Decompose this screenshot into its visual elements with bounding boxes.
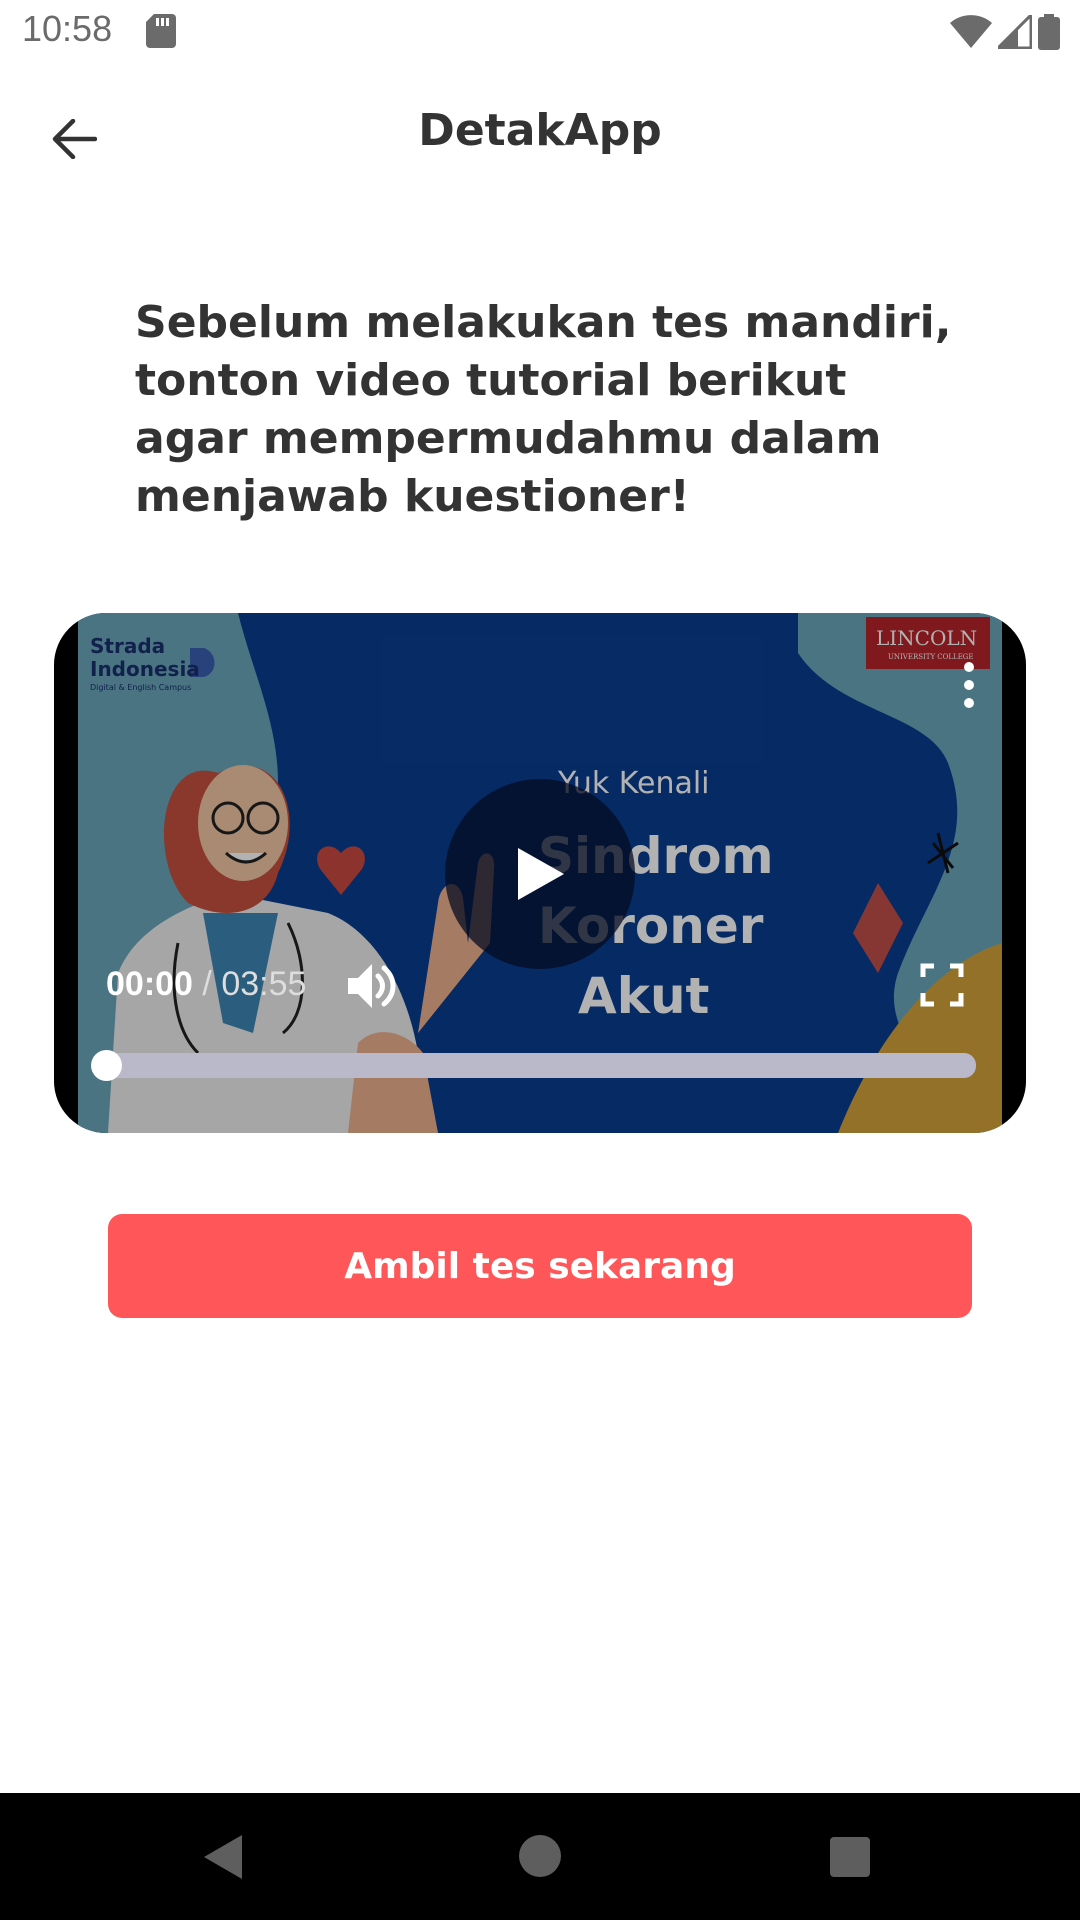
app-title: DetakApp bbox=[418, 105, 662, 156]
more-vert-icon bbox=[964, 662, 974, 708]
take-test-button[interactable]: Ambil tes sekarang bbox=[108, 1214, 972, 1318]
volume-icon bbox=[348, 964, 396, 1008]
video-player[interactable]: Strada Indonesia Digital & English Campu… bbox=[54, 613, 1026, 1133]
navigation-bar bbox=[0, 1793, 1080, 1920]
time-separator: / bbox=[192, 965, 222, 1003]
time-display: 00:00 / 03:55 bbox=[106, 965, 306, 1004]
wifi-icon bbox=[950, 15, 992, 48]
nav-back-icon[interactable] bbox=[202, 1833, 246, 1881]
play-button[interactable] bbox=[445, 779, 635, 969]
status-icons bbox=[950, 12, 1060, 52]
status-time: 10:58 bbox=[22, 8, 113, 49]
nav-recents-icon[interactable] bbox=[830, 1837, 870, 1877]
sd-card-icon bbox=[146, 14, 176, 48]
signal-icon bbox=[998, 15, 1032, 49]
duration: 03:55 bbox=[221, 965, 307, 1003]
current-time: 00:00 bbox=[106, 965, 193, 1003]
seek-bar-thumb[interactable] bbox=[91, 1050, 122, 1081]
more-options-button[interactable] bbox=[954, 657, 984, 717]
status-bar: 10:58 bbox=[0, 0, 1080, 63]
fullscreen-icon bbox=[920, 963, 964, 1007]
intro-text: Sebelum melakukan tes mandiri, tonton vi… bbox=[135, 297, 952, 522]
battery-icon bbox=[1038, 14, 1060, 50]
nav-home-icon[interactable] bbox=[519, 1835, 561, 1877]
app-bar: DetakApp bbox=[0, 63, 1080, 209]
seek-bar[interactable] bbox=[94, 1053, 976, 1078]
play-icon bbox=[518, 848, 564, 900]
fullscreen-button[interactable] bbox=[920, 963, 964, 1007]
volume-button[interactable] bbox=[344, 958, 400, 1014]
